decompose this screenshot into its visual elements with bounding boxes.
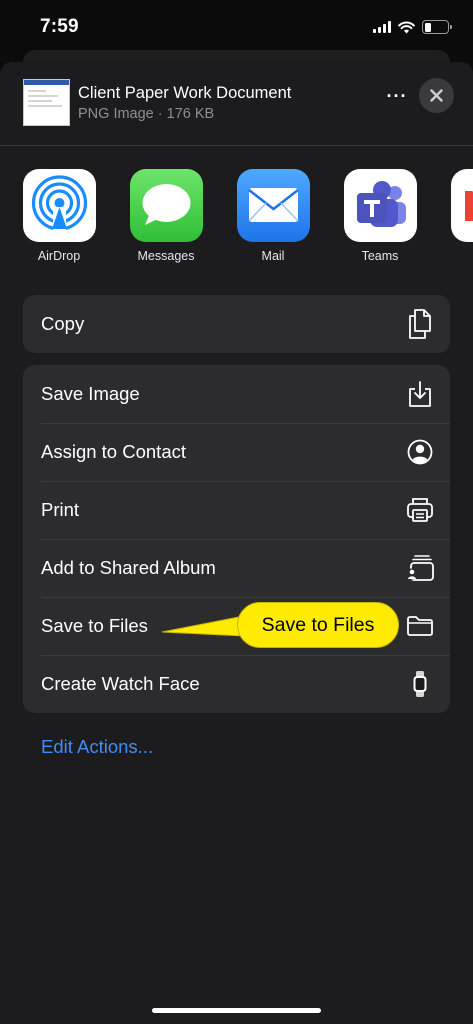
- action-label: Save Image: [41, 383, 140, 404]
- action-copy[interactable]: Copy: [23, 295, 450, 353]
- action-label: Assign to Contact: [41, 441, 186, 462]
- save-to-files-callout: Save to Files: [160, 602, 400, 648]
- document-thumbnail: [23, 79, 70, 126]
- status-bar: 7:59: [0, 0, 473, 52]
- action-save-image[interactable]: Save Image: [23, 365, 450, 423]
- callout-pointer: [161, 615, 245, 637]
- gmail-icon: [450, 169, 473, 242]
- home-indicator[interactable]: [152, 1008, 321, 1013]
- secondary-actions-group: Save Image Assign to Contact Print Add t…: [23, 365, 450, 713]
- action-label: Print: [41, 499, 80, 520]
- app-airdrop[interactable]: AirDrop: [16, 169, 102, 263]
- action-label: Create Watch Face: [41, 673, 200, 694]
- copy-icon: [406, 309, 434, 339]
- watch-icon: [406, 670, 434, 698]
- app-messages[interactable]: Messages: [123, 169, 209, 263]
- messages-icon: [129, 169, 203, 242]
- close-icon: [430, 89, 443, 102]
- edit-actions-link[interactable]: Edit Actions...: [41, 736, 153, 758]
- app-teams[interactable]: Teams: [337, 169, 423, 263]
- wifi-icon: [398, 21, 415, 33]
- callout-bubble: Save to Files: [237, 602, 399, 648]
- teams-icon: [343, 169, 417, 242]
- action-label: Add to Shared Album: [41, 557, 216, 578]
- status-icons: [373, 19, 452, 35]
- share-sheet-screen: 7:59 Client Paper Work Document PNG Imag…: [0, 0, 473, 1024]
- app-label-teams: Teams: [361, 249, 399, 263]
- app-label-messages: Messages: [137, 249, 195, 263]
- action-assign-to-contact[interactable]: Assign to Contact: [23, 423, 450, 481]
- document-title: Client Paper Work Document: [78, 84, 292, 102]
- airdrop-icon: [22, 169, 96, 242]
- app-label-mail: Mail: [261, 249, 285, 263]
- close-button[interactable]: [419, 78, 454, 113]
- app-label-airdrop: AirDrop: [37, 249, 81, 263]
- more-options-button[interactable]: ···: [384, 86, 410, 106]
- printer-icon: [406, 496, 434, 524]
- contact-icon: [406, 438, 434, 466]
- save-image-icon: [406, 380, 434, 408]
- header-divider: [0, 145, 473, 146]
- action-print[interactable]: Print: [23, 481, 450, 539]
- folder-icon: [406, 612, 434, 640]
- primary-actions-group: Copy: [23, 295, 450, 353]
- battery-icon: [422, 20, 452, 34]
- share-header: Client Paper Work Document PNG Image · 1…: [0, 62, 473, 145]
- shared-album-icon: [406, 554, 434, 582]
- cellular-signal-icon: [373, 21, 391, 33]
- status-time: 7:59: [40, 16, 79, 37]
- app-row: AirDrop Messages Mail Teams: [0, 169, 473, 269]
- action-add-to-shared-album[interactable]: Add to Shared Album: [23, 539, 450, 597]
- action-create-watch-face[interactable]: Create Watch Face: [23, 655, 450, 713]
- action-label: Save to Files: [41, 615, 148, 636]
- app-mail[interactable]: Mail: [230, 169, 316, 263]
- action-label: Copy: [41, 313, 85, 334]
- document-subtitle: PNG Image · 176 KB: [78, 106, 215, 122]
- share-sheet: Client Paper Work Document PNG Image · 1…: [0, 62, 473, 1024]
- app-label-gmail: G: [444, 249, 473, 263]
- app-gmail[interactable]: G: [444, 169, 473, 263]
- callout-text: Save to Files: [261, 613, 375, 636]
- mail-icon: [236, 169, 310, 242]
